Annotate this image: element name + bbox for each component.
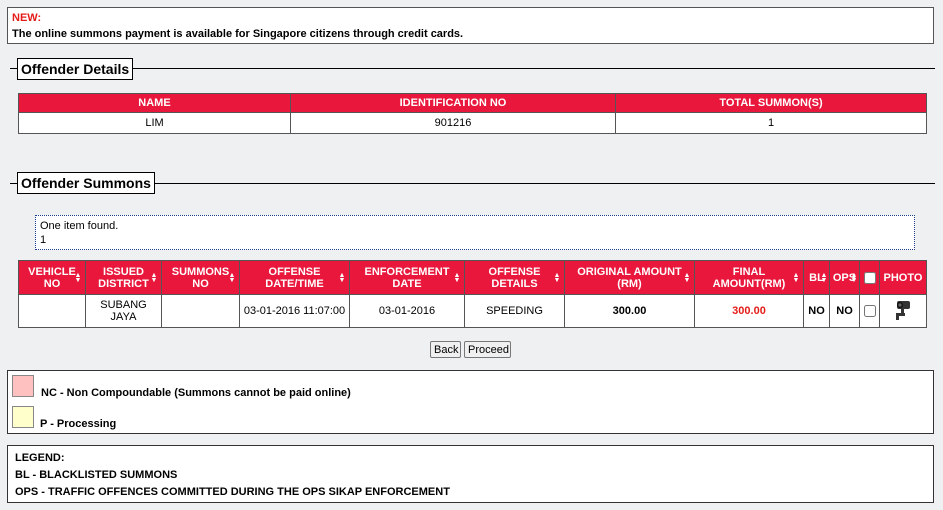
sort-icon: ▲ ▼ — [820, 271, 828, 284]
col-header-final-amount[interactable]: FINAL AMOUNT(RM) ▲ ▼ — [694, 260, 804, 295]
vehicle-no-cell — [18, 294, 86, 328]
row-select-checkbox[interactable] — [863, 305, 876, 318]
legend-bl: BL - BLACKLISTED SUMMONS — [15, 469, 178, 481]
offender-details-title: Offender Details — [17, 58, 134, 80]
table-row: SUBANG JAYA 03-01-2016 11:07:00 03-01-20… — [18, 294, 927, 328]
offender-name: LIM — [18, 112, 291, 134]
sort-icon: ▲ ▼ — [228, 271, 236, 284]
camera-icon[interactable] — [893, 299, 913, 324]
select-cell — [859, 294, 880, 328]
notice-message: The online summons payment is available … — [12, 28, 464, 40]
summons-no-cell — [161, 294, 240, 328]
col-header-total: TOTAL SUMMON(S) — [615, 93, 927, 113]
offender-summons-title: Offender Summons — [17, 172, 155, 194]
sort-icon: ▲ ▼ — [338, 271, 346, 284]
bl-cell: NO — [803, 294, 830, 328]
summons-table: VEHICLE NO ▲ ▼ ISSUED DISTRICT ▲ ▼ SUMMONS… — [18, 260, 927, 328]
col-header-label: ORIGINAL AMOUNT (RM) — [577, 265, 682, 290]
back-button[interactable]: Back — [430, 341, 461, 358]
col-header-original-amount[interactable]: ORIGINAL AMOUNT (RM) ▲ ▼ — [564, 260, 695, 295]
sort-icon: ▲ ▼ — [683, 271, 691, 284]
issued-district-cell: SUBANG JAYA — [85, 294, 162, 328]
proceed-button[interactable]: Proceed — [464, 341, 511, 358]
offense-details-cell: SPEEDING — [464, 294, 565, 328]
col-header-label: OFFENSE DATE/TIME — [265, 265, 324, 290]
page-link[interactable]: 1 — [40, 233, 910, 247]
offender-total: 1 — [615, 112, 927, 134]
col-header-vehicle-no[interactable]: VEHICLE NO ▲ ▼ — [18, 260, 86, 295]
section-divider — [10, 68, 935, 69]
col-header-select-all — [859, 260, 880, 295]
nc-legend-text: NC - Non Compoundable (Summons cannot be… — [41, 387, 351, 399]
enforcement-date-cell: 03-01-2016 — [349, 294, 465, 328]
offense-datetime-cell: 03-01-2016 11:07:00 — [239, 294, 350, 328]
found-text: One item found. — [40, 220, 119, 232]
sort-icon: ▲ ▼ — [453, 271, 461, 284]
legend-box: LEGEND: BL - BLACKLISTED SUMMONS OPS - T… — [7, 445, 934, 503]
original-amount-cell: 300.00 — [564, 294, 695, 328]
col-header-label: ENFORCEMENT DATE — [364, 265, 450, 290]
notice-box: NEW: The online summons payment is avail… — [7, 7, 934, 44]
sort-icon: ▲ ▼ — [850, 271, 858, 284]
notice-title: NEW: — [12, 12, 42, 24]
legend-title: LEGEND: — [15, 452, 65, 464]
col-header-offense-datetime[interactable]: OFFENSE DATE/TIME ▲ ▼ — [239, 260, 350, 295]
sort-icon: ▲ ▼ — [150, 271, 158, 284]
col-header-name: NAME — [18, 93, 291, 113]
col-header-ops[interactable]: OPS ▲ ▼ — [829, 260, 860, 295]
col-header-issued-district[interactable]: ISSUED DISTRICT ▲ ▼ — [85, 260, 162, 295]
ops-cell: NO — [829, 294, 860, 328]
col-header-photo: PHOTO — [879, 260, 927, 295]
col-header-label: ISSUED DISTRICT — [98, 265, 149, 290]
col-header-bl[interactable]: BL ▲ ▼ — [803, 260, 830, 295]
sort-icon: ▲ ▼ — [792, 271, 800, 284]
col-header-offense-details[interactable]: OFFENSE DETAILS ▲ ▼ — [464, 260, 565, 295]
col-header-label: VEHICLE NO — [28, 265, 76, 290]
offender-details-table: NAME IDENTIFICATION NO TOTAL SUMMON(S) L… — [18, 93, 927, 134]
results-info-box: One item found. 1 — [35, 215, 915, 250]
sort-icon: ▲ ▼ — [553, 271, 561, 284]
col-header-label: OFFENSE DETAILS — [488, 265, 541, 290]
final-amount-cell: 300.00 — [694, 294, 804, 328]
col-header-summons-no[interactable]: SUMMONS NO ▲ ▼ — [161, 260, 240, 295]
nc-swatch — [12, 375, 34, 397]
legend-ops: OPS - TRAFFIC OFFENCES COMMITTED DURING … — [15, 486, 450, 498]
col-header-label: FINAL AMOUNT(RM) — [712, 265, 786, 290]
table-row: LIM 901216 1 — [18, 112, 927, 134]
photo-cell — [879, 294, 927, 328]
processing-legend-text: P - Processing — [40, 418, 117, 430]
sort-icon: ▲ ▼ — [74, 271, 82, 284]
processing-swatch — [12, 406, 34, 428]
col-header-enforcement-date[interactable]: ENFORCEMENT DATE ▲ ▼ — [349, 260, 465, 295]
select-all-checkbox[interactable] — [863, 271, 876, 284]
col-header-id: IDENTIFICATION NO — [290, 93, 616, 113]
offender-id: 901216 — [290, 112, 616, 134]
col-header-label: SUMMONS NO — [171, 265, 230, 290]
status-legend-box: NC - Non Compoundable (Summons cannot be… — [7, 370, 934, 434]
